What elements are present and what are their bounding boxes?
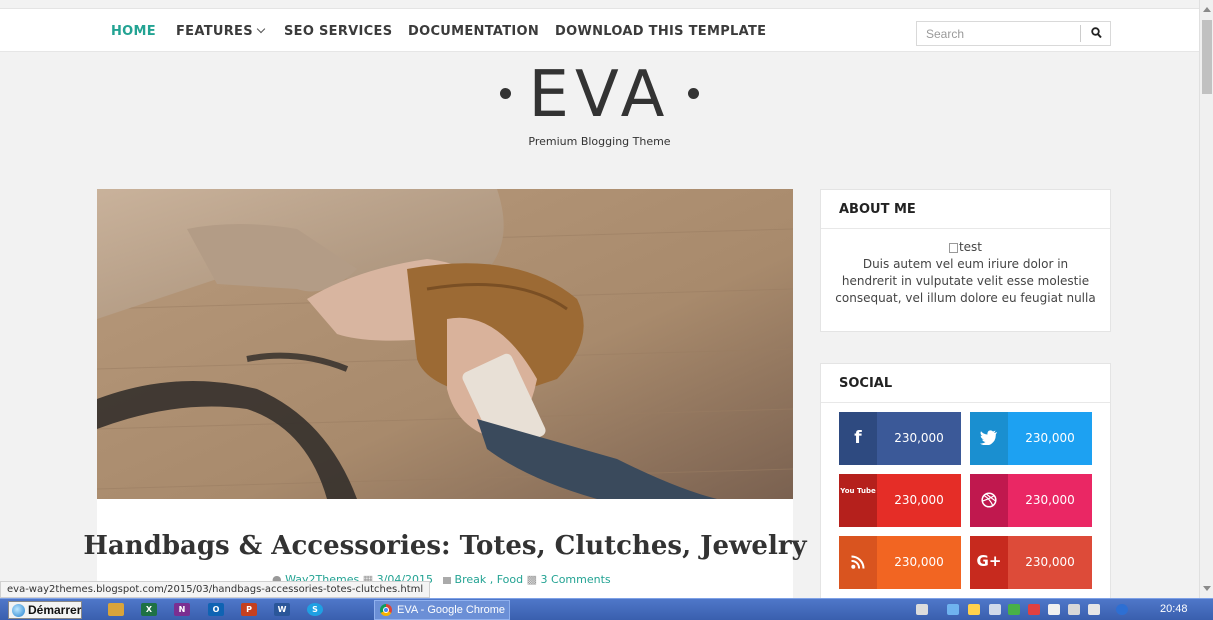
social-facebook[interactable]: f 230,000 (839, 412, 961, 465)
status-bar-url: eva-way2themes.blogspot.com/2015/03/hand… (0, 581, 431, 598)
dribbble-icon (970, 474, 1008, 527)
about-me-text: Duis autem vel eum iriure dolor in hendr… (835, 257, 1096, 305)
windows-orb-icon (12, 604, 25, 617)
google-plus-icon: G+ (970, 536, 1008, 589)
taskbar-clock[interactable]: 20:48 (1160, 603, 1188, 615)
post-comments[interactable]: 3 Comments (541, 573, 611, 586)
social-rss[interactable]: 230,000 (839, 536, 961, 589)
search-button[interactable] (1080, 25, 1110, 42)
site-tagline: Premium Blogging Theme (528, 135, 671, 148)
about-me-body: test Duis autem vel eum iriure dolor in … (821, 229, 1110, 307)
start-label: Démarrer (28, 603, 82, 617)
search-box (916, 21, 1111, 46)
twitter-icon (970, 412, 1008, 465)
youtube-icon: You Tube (839, 474, 877, 527)
nav-seo-services[interactable]: SEO SERVICES (284, 24, 392, 39)
volume-icon[interactable] (1068, 604, 1080, 615)
social-youtube[interactable]: You Tube 230,000 (839, 474, 961, 527)
comment-icon: ▩ (526, 573, 538, 586)
social-google-plus[interactable]: G+ 230,000 (970, 536, 1092, 589)
nav-features-label: FEATURES (176, 24, 253, 39)
logo-dot-left (499, 87, 511, 99)
skype-icon[interactable]: S (307, 603, 323, 616)
facebook-icon: f (839, 412, 877, 465)
file-explorer-icon[interactable] (108, 603, 124, 616)
rss-count: 230,000 (894, 555, 944, 569)
facebook-count: 230,000 (894, 431, 944, 445)
logo-dot-right (688, 87, 700, 99)
taskbar-chrome-window[interactable]: EVA - Google Chrome (374, 600, 510, 620)
scroll-up-arrow-icon[interactable] (1203, 7, 1211, 12)
word-icon[interactable]: W (274, 603, 290, 616)
about-image-alt: test (958, 240, 983, 254)
social-widget: SOCIAL f 230,000 230,000 You Tube 230,00… (820, 363, 1111, 598)
outlook-icon[interactable]: O (208, 603, 224, 616)
folder-icon (442, 576, 451, 584)
social-title: SOCIAL (821, 364, 1110, 403)
start-button[interactable]: Démarrer (8, 601, 82, 619)
top-navigation-bar: HOME FEATURES SEO SERVICES DOCUMENTATION… (0, 8, 1199, 52)
printer-icon[interactable] (1048, 604, 1060, 615)
keyboard-icon[interactable] (916, 604, 928, 615)
language-icon[interactable] (989, 604, 1001, 615)
google-plus-count: 230,000 (1025, 555, 1075, 569)
antivirus-icon[interactable] (1028, 604, 1040, 615)
about-me-title: ABOUT ME (821, 190, 1110, 229)
network-sync-icon[interactable] (968, 604, 980, 615)
scroll-thumb[interactable] (1202, 20, 1212, 94)
social-twitter[interactable]: 230,000 (970, 412, 1092, 465)
about-image-placeholder: test (948, 239, 983, 256)
youtube-icon-text: You Tube (840, 487, 876, 495)
chrome-icon (380, 604, 392, 616)
help-icon[interactable] (947, 604, 959, 615)
security-icon[interactable] (1008, 604, 1020, 615)
powerpoint-icon[interactable]: P (241, 603, 257, 616)
bluetooth-icon[interactable] (1116, 604, 1128, 615)
vertical-scrollbar[interactable] (1199, 0, 1213, 598)
excel-icon[interactable]: X (141, 603, 157, 616)
site-logo[interactable]: EVA (0, 60, 1199, 130)
youtube-count: 230,000 (894, 493, 944, 507)
post-featured-image[interactable] (97, 189, 793, 499)
google-plus-icon-text: G+ (976, 552, 1002, 570)
search-icon (1091, 27, 1102, 39)
taskbar-chrome-label: EVA - Google Chrome (397, 604, 506, 616)
windows-taskbar: Démarrer X N O P W S EVA - Google Chrome… (0, 598, 1213, 620)
twitter-count: 230,000 (1025, 431, 1075, 445)
dribbble-count: 230,000 (1025, 493, 1075, 507)
nav-home[interactable]: HOME (111, 24, 156, 39)
nav-documentation[interactable]: DOCUMENTATION (408, 24, 539, 39)
signal-icon[interactable] (1088, 604, 1100, 615)
onenote-icon[interactable]: N (174, 603, 190, 616)
logo-text: EVA (528, 58, 671, 132)
nav-features[interactable]: FEATURES (176, 24, 266, 39)
chevron-down-icon (256, 24, 266, 34)
broken-image-icon (948, 242, 958, 253)
post-categories[interactable]: Break , Food (455, 573, 524, 586)
nav-download-template[interactable]: DOWNLOAD THIS TEMPLATE (555, 24, 766, 39)
about-me-widget: ABOUT ME test Duis autem vel eum iriure … (820, 189, 1111, 332)
post-title[interactable]: Handbags & Accessories: Totes, Clutches,… (0, 531, 890, 561)
scroll-down-arrow-icon[interactable] (1203, 586, 1211, 591)
search-input[interactable] (917, 22, 1077, 45)
rss-icon (839, 536, 877, 589)
social-dribbble[interactable]: 230,000 (970, 474, 1092, 527)
